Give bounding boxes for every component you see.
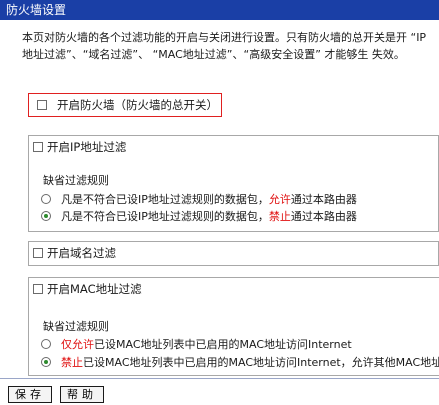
ip-rule-deny[interactable]: 凡是不符合已设IP地址过滤规则的数据包， 禁止 通过本路由器 [41,208,357,224]
ip-rule-allow-action: 允许 [268,193,291,206]
mac-filter-label: 开启MAC地址过滤 [47,282,142,296]
domain-filter-section: 开启域名过滤 [28,241,439,266]
ip-filter-label: 开启IP地址过滤 [47,140,127,154]
title-bar: 防火墙设置 [0,0,439,20]
ip-rule-deny-prefix: 凡是不符合已设IP地址过滤规则的数据包， [61,210,269,223]
mac-rule-deny-radio[interactable] [41,357,51,367]
ip-rule-allow-suffix: 通过本路由器 [290,193,357,206]
mac-filter-checkbox[interactable] [33,284,43,294]
ip-rule-allow-prefix: 凡是不符合已设IP地址过滤规则的数据包， [61,193,269,206]
save-button[interactable]: 保存 [8,386,52,403]
mac-rule-deny[interactable]: 禁止 已设MAC地址列表中已启用的MAC地址访问Internet，允许其他MAC地… [41,354,439,370]
ip-rule-deny-radio[interactable] [41,211,51,221]
mac-filter-section: 开启MAC地址过滤 缺省过滤规则 仅允许 已设MAC地址列表中已启用的MAC地址访… [28,277,439,376]
intro-text: 本页对防火墙的各个过滤功能的开启与关闭进行设置。只有防火墙的总开关是开 “IP地… [22,31,427,61]
mac-rule-allow-only-radio[interactable] [41,339,51,349]
mac-rules-title: 缺省过滤规则 [43,320,109,333]
domain-filter-label: 开启域名过滤 [47,246,116,260]
ip-rule-allow[interactable]: 凡是不符合已设IP地址过滤规则的数据包， 允许 通过本路由器 [41,191,357,207]
help-button[interactable]: 帮助 [60,386,104,403]
firewall-master-switch[interactable]: 开启防火墙（防火墙的总开关） [28,93,222,117]
mac-rule-allow-only-suffix: 已设MAC地址列表中已启用的MAC地址访问Internet [94,338,352,351]
ip-rule-deny-action: 禁止 [268,210,291,223]
ip-rule-deny-suffix: 通过本路由器 [290,210,357,223]
ip-rule-allow-radio[interactable] [41,194,51,204]
firewall-master-checkbox[interactable] [37,100,47,110]
mac-rule-allow-only-action: 仅允许 [61,338,94,351]
mac-rule-deny-suffix: 已设MAC地址列表中已启用的MAC地址访问Internet，允许其他MAC地址 [83,356,439,369]
domain-filter-checkbox[interactable] [33,248,43,258]
bottom-toolbar: 保存 帮助 [0,378,439,405]
page-title: 防火墙设置 [6,3,67,17]
ip-filter-checkbox[interactable] [33,142,43,152]
ip-filter-section: 开启IP地址过滤 缺省过滤规则 凡是不符合已设IP地址过滤规则的数据包， 允许 通过… [28,135,439,232]
mac-rule-allow-only[interactable]: 仅允许 已设MAC地址列表中已启用的MAC地址访问Internet [41,336,352,352]
firewall-master-label: 开启防火墙（防火墙的总开关） [57,98,218,112]
mac-rule-deny-action: 禁止 [61,356,83,369]
ip-rules-title: 缺省过滤规则 [43,174,109,187]
